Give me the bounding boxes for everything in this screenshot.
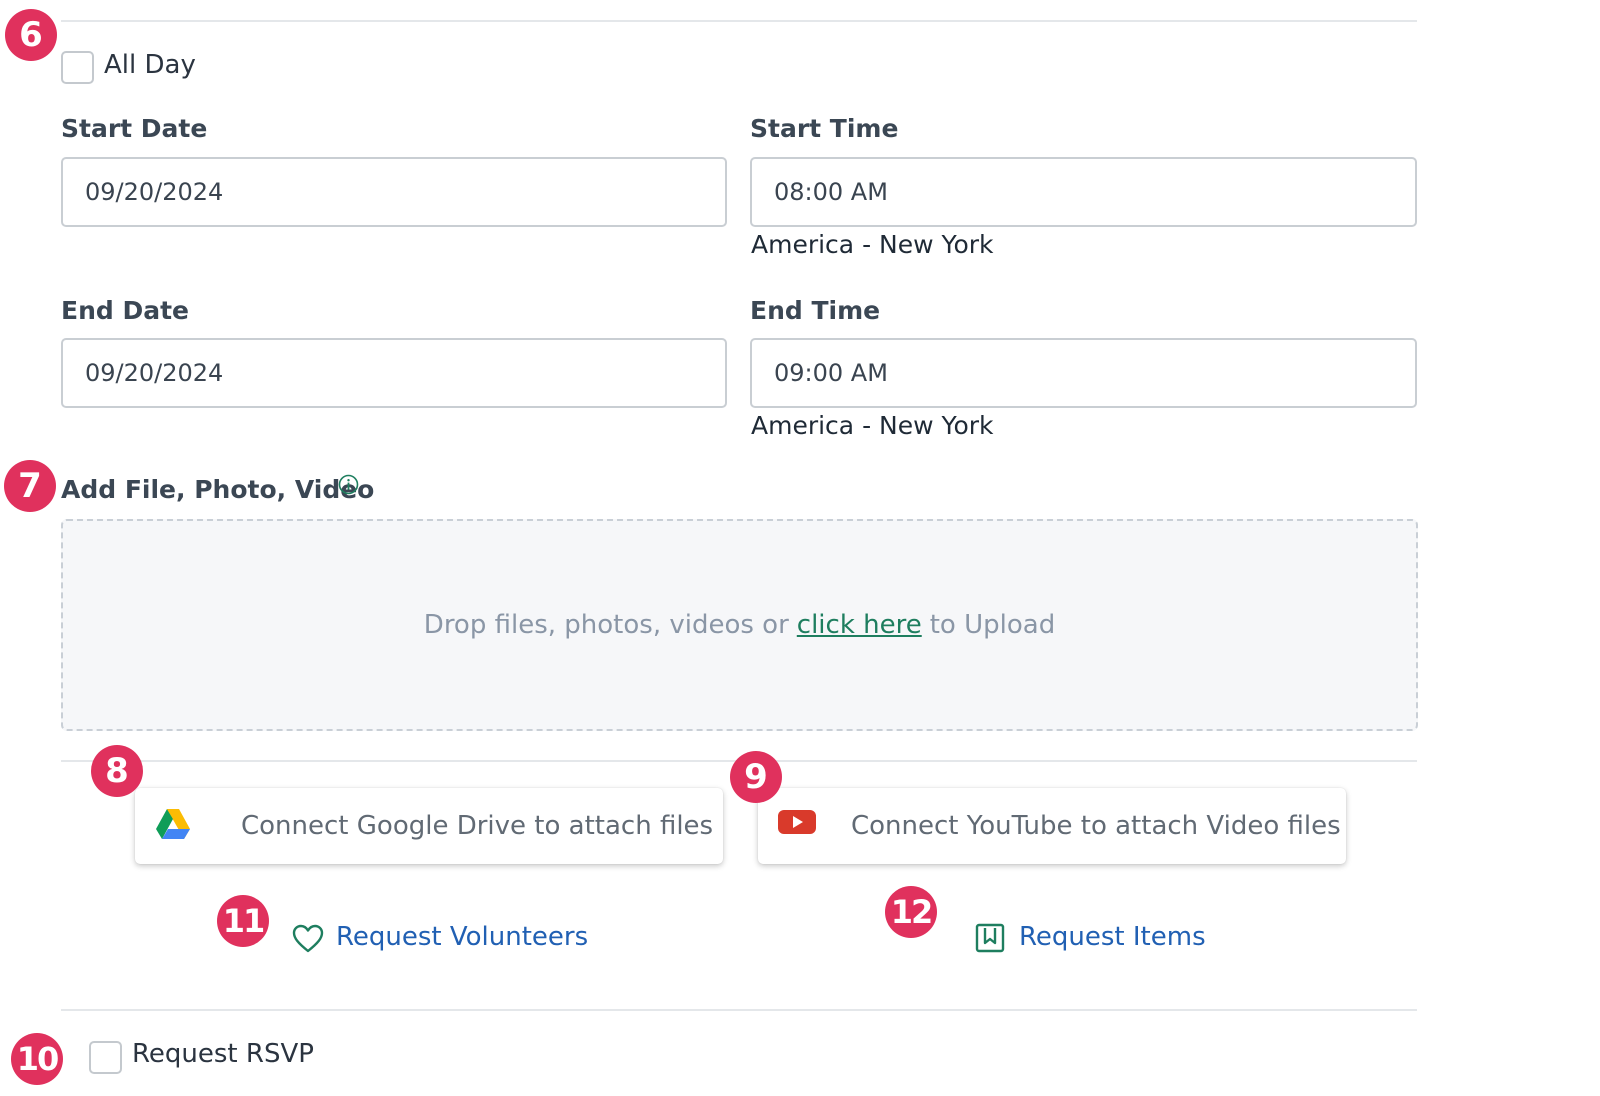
file-drop-zone[interactable]: Drop files, photos, videos or click here… <box>61 519 1418 731</box>
request-rsvp-checkbox[interactable] <box>89 1041 122 1074</box>
marker-badge-12: 12 <box>885 886 937 938</box>
request-rsvp-label: Request RSVP <box>132 1039 314 1069</box>
bookmark-icon <box>975 923 1005 953</box>
rsvp-divider <box>61 1009 1417 1011</box>
attachments-label: Add File, Photo, Video <box>61 475 375 504</box>
heart-icon <box>292 924 324 953</box>
marker-badge-8: 8 <box>91 745 143 797</box>
end-date-label: End Date <box>61 296 190 325</box>
connect-google-drive-button[interactable]: Connect Google Drive to attach files <box>135 788 723 864</box>
youtube-icon <box>778 808 816 843</box>
end-time-label: End Time <box>750 296 881 325</box>
end-time-input[interactable]: 09:00 AM <box>750 338 1417 408</box>
marker-badge-9: 9 <box>730 751 782 803</box>
start-date-input[interactable]: 09/20/2024 <box>61 157 727 227</box>
drop-zone-suffix: to Upload <box>929 610 1056 640</box>
top-divider <box>61 20 1417 22</box>
youtube-label: Connect YouTube to attach Video files <box>851 811 1341 841</box>
request-volunteers-link[interactable]: Request Volunteers <box>336 922 588 952</box>
google-drive-icon <box>155 808 191 849</box>
start-timezone: America - New York <box>751 230 994 259</box>
start-time-label: Start Time <box>750 114 899 143</box>
marker-badge-11: 11 <box>217 895 269 947</box>
end-timezone: America - New York <box>751 411 994 440</box>
request-items-link[interactable]: Request Items <box>1019 922 1206 952</box>
start-time-input[interactable]: 08:00 AM <box>750 157 1417 227</box>
all-day-label: All Day <box>104 50 196 80</box>
end-date-input[interactable]: 09/20/2024 <box>61 338 727 408</box>
connect-youtube-button[interactable]: Connect YouTube to attach Video files <box>758 788 1346 864</box>
marker-badge-10: 10 <box>11 1033 63 1085</box>
click-here-upload-link[interactable]: click here <box>797 610 922 640</box>
info-icon[interactable] <box>338 474 359 495</box>
google-drive-label: Connect Google Drive to attach files <box>241 811 714 841</box>
marker-badge-6: 6 <box>5 9 57 61</box>
start-date-label: Start Date <box>61 114 208 143</box>
all-day-checkbox[interactable] <box>61 51 94 84</box>
marker-badge-7: 7 <box>4 460 56 512</box>
drop-zone-prefix: Drop files, photos, videos or <box>423 610 789 640</box>
